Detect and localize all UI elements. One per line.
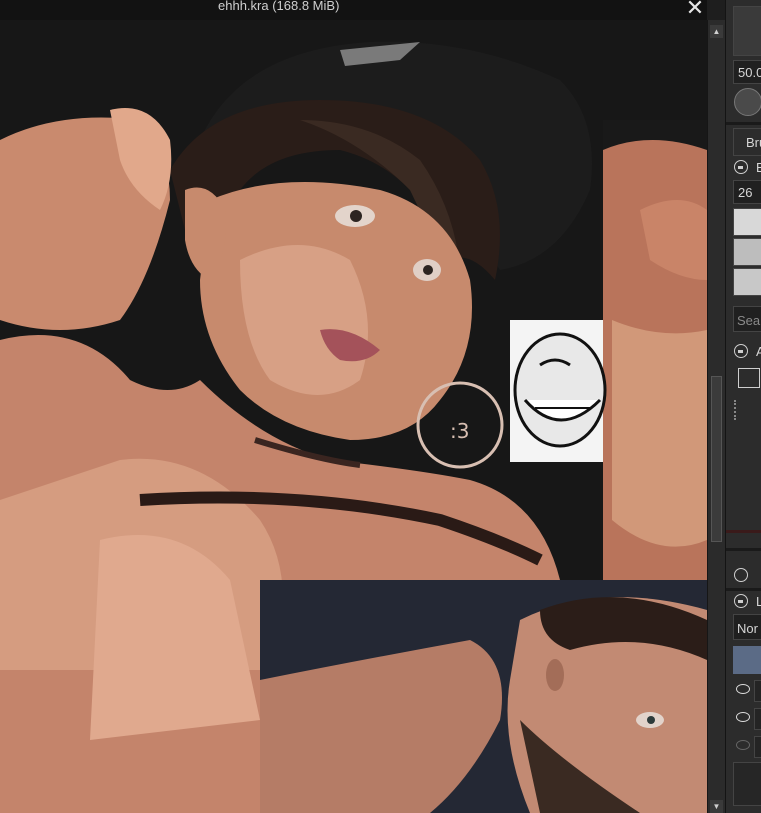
lock-icon[interactable] bbox=[734, 594, 748, 608]
blend-mode-value: Nor bbox=[737, 621, 758, 636]
scroll-up-icon[interactable]: ▲ bbox=[710, 25, 723, 38]
divider bbox=[726, 548, 761, 551]
advanced-lock-label: A bbox=[756, 344, 761, 359]
layer-row[interactable] bbox=[754, 708, 761, 730]
brush-preset-2[interactable] bbox=[733, 238, 761, 266]
tab-brush-label: Bru bbox=[746, 135, 761, 150]
canvas-area[interactable]: :3 bbox=[0, 20, 707, 813]
search-input[interactable]: Sear bbox=[733, 306, 761, 332]
close-icon[interactable]: ✕ bbox=[684, 0, 706, 19]
painting: :3 bbox=[0, 20, 707, 813]
refresh-icon[interactable] bbox=[734, 568, 748, 582]
divider bbox=[726, 122, 761, 125]
divider bbox=[726, 588, 761, 591]
layer-row-selected[interactable] bbox=[733, 646, 761, 674]
right-docker-panel: 50.0 Bru B 26 Sear A L Nor bbox=[725, 0, 761, 813]
brush-size-field[interactable]: 26 bbox=[733, 180, 761, 204]
layers-lock-label: L bbox=[756, 594, 761, 609]
eye-icon[interactable] bbox=[736, 684, 750, 694]
layer-list-area[interactable] bbox=[733, 762, 761, 806]
brush-preset-1[interactable] bbox=[733, 208, 761, 236]
title-bar: ehhh.kra (168.8 MiB) ✕ bbox=[0, 0, 707, 20]
eye-icon[interactable] bbox=[736, 712, 750, 722]
vertical-scrollbar[interactable]: ▲ ▼ bbox=[707, 20, 725, 813]
color-preview[interactable] bbox=[733, 6, 761, 56]
size-field[interactable]: 50.0 bbox=[733, 60, 761, 84]
brush-lock-label: B bbox=[756, 160, 761, 175]
document-title: ehhh.kra (168.8 MiB) bbox=[218, 0, 340, 13]
divider bbox=[726, 530, 761, 533]
lock-icon[interactable] bbox=[734, 160, 748, 174]
layer-row[interactable] bbox=[754, 680, 761, 702]
scroll-thumb[interactable] bbox=[711, 376, 722, 542]
brush-size-value: 26 bbox=[738, 185, 753, 200]
scroll-down-icon[interactable]: ▼ bbox=[710, 800, 723, 813]
layer-row[interactable] bbox=[754, 736, 761, 758]
search-placeholder: Sear bbox=[737, 313, 761, 328]
svg-text::3: :3 bbox=[450, 419, 469, 443]
list-icon[interactable] bbox=[738, 368, 760, 388]
lock-icon[interactable] bbox=[734, 344, 748, 358]
size-value: 50.0 bbox=[738, 65, 761, 80]
tab-brush[interactable]: Bru bbox=[733, 128, 761, 156]
dial-icon[interactable] bbox=[734, 88, 761, 116]
blend-mode-select[interactable]: Nor bbox=[733, 614, 761, 640]
drag-handle-icon[interactable] bbox=[734, 400, 738, 420]
eye-hidden-icon[interactable] bbox=[736, 740, 750, 750]
brush-preset-3[interactable] bbox=[733, 268, 761, 296]
